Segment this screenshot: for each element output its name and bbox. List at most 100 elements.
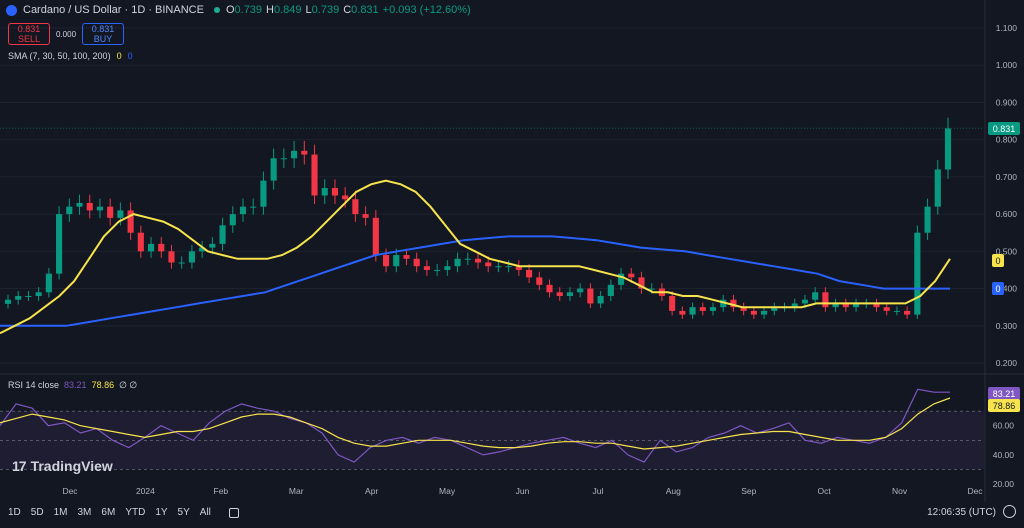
- candle-body: [311, 154, 318, 196]
- trade-panel: 0.831 SELL 0.000 0.831 BUY: [8, 23, 125, 45]
- candle-body: [526, 269, 533, 278]
- candle-body: [883, 307, 890, 311]
- rsi-tick-label: 60.00: [993, 421, 1015, 431]
- candle-body: [546, 284, 553, 293]
- ohlc-change: +0.093 (+12.60%): [382, 4, 471, 16]
- time-axis-label: Dec: [967, 486, 983, 496]
- candle-body: [934, 169, 941, 207]
- candle-body: [137, 232, 144, 252]
- timeframe-5d[interactable]: 5D: [29, 507, 46, 518]
- candle-body: [413, 258, 420, 267]
- candle-body: [219, 225, 226, 244]
- cardano-logo-icon: [6, 4, 17, 16]
- tradingview-mark-icon: 17: [12, 458, 27, 474]
- rsi-ma-value: 78.86: [91, 380, 115, 390]
- rsi-legend[interactable]: RSI 14 close 83.21 78.86 ∅ ∅: [8, 380, 137, 391]
- candle-body: [270, 158, 277, 181]
- tradingview-logo: 17 TradingView: [12, 458, 113, 474]
- timeframe-3m[interactable]: 3M: [76, 507, 94, 518]
- candle-body: [924, 206, 931, 233]
- rsi-extra: ∅ ∅: [119, 380, 138, 390]
- timeframe-1d[interactable]: 1D: [6, 507, 23, 518]
- time-axis-label: Nov: [892, 486, 908, 496]
- candle-body: [556, 292, 563, 296]
- time-axis-label: Sep: [741, 486, 756, 496]
- timeframe-5y[interactable]: 5Y: [176, 507, 192, 518]
- candle-body: [76, 202, 83, 207]
- candle-body: [474, 258, 482, 263]
- chart-svg[interactable]: 1.1001.0000.9000.8000.7000.6000.5000.400…: [0, 0, 1024, 523]
- candle-body: [321, 188, 328, 196]
- candle-body: [117, 210, 124, 218]
- settings-icon[interactable]: [1003, 505, 1016, 518]
- candle-body: [56, 214, 63, 274]
- time-axis-label: May: [439, 486, 456, 496]
- sma-label: SMA (7, 30, 50, 100, 200): [8, 51, 111, 61]
- candle-body: [761, 310, 768, 315]
- ohlc-open: O0.739: [225, 4, 263, 16]
- candle-body: [250, 206, 257, 208]
- candle-body: [45, 273, 52, 293]
- calendar-icon[interactable]: [228, 507, 239, 518]
- time-axis-label: Dec: [62, 486, 78, 496]
- bottom-toolbar: 1D 5D 1M 3M 6M YTD 1Y 5Y All 12:06:35 (U…: [0, 502, 1024, 523]
- time-axis-label: Aug: [666, 486, 681, 496]
- time-axis-label: Jun: [516, 486, 530, 496]
- ohlc-values: O0.739 H0.849 L0.739 C0.831 +0.093 (+12.…: [226, 4, 471, 16]
- sma-legend[interactable]: SMA (7, 30, 50, 100, 200) 0 0: [8, 51, 133, 61]
- timeframe-ytd[interactable]: YTD: [123, 507, 147, 518]
- candle-body: [628, 273, 635, 278]
- candle-body: [699, 307, 706, 311]
- candle-body: [382, 255, 390, 267]
- candle-body: [107, 206, 114, 218]
- candle-body: [352, 199, 359, 215]
- candle-body: [35, 292, 42, 296]
- candle-body: [709, 307, 717, 311]
- candle-body: [423, 266, 430, 270]
- candle-body: [689, 307, 696, 315]
- candle-body: [577, 288, 584, 293]
- price-tick-label: 1.100: [996, 23, 1018, 33]
- spread-value: 0.000: [56, 29, 77, 39]
- rsi-tick-label: 40.00: [993, 450, 1015, 460]
- candle-body: [280, 158, 287, 160]
- candle-body: [301, 150, 308, 155]
- utc-clock[interactable]: 12:06:35 (UTC): [927, 507, 996, 518]
- ohlc-close: C0.831: [343, 4, 379, 16]
- candle-body: [260, 180, 267, 207]
- candle-body: [147, 243, 155, 252]
- sma-long-tag: 0: [992, 282, 1004, 295]
- symbol-header: Cardano / US Dollar · 1D · BINANCE O0.73…: [6, 4, 471, 16]
- candle-body: [485, 262, 492, 267]
- price-tick-label: 0.900: [996, 97, 1018, 107]
- candle-body: [86, 202, 93, 211]
- sma-value-1: 0: [116, 51, 122, 61]
- symbol-title[interactable]: Cardano / US Dollar · 1D · BINANCE: [23, 4, 204, 16]
- buy-button[interactable]: 0.831 BUY: [82, 23, 125, 45]
- time-axis-label: Jul: [592, 486, 603, 496]
- timeframe-all[interactable]: All: [198, 507, 213, 518]
- sell-price: 0.831: [17, 24, 41, 34]
- candle-body: [178, 262, 185, 264]
- rsi-ma-tag: 78.86: [988, 399, 1020, 412]
- sell-button[interactable]: 0.831 SELL: [8, 23, 50, 45]
- price-tick-label: 0.800: [996, 135, 1018, 145]
- candle-body: [158, 243, 165, 252]
- candle-body: [331, 188, 339, 196]
- brand-name: TradingView: [30, 458, 113, 474]
- timeframe-1y[interactable]: 1Y: [153, 507, 169, 518]
- price-tick-label: 0.300: [996, 321, 1018, 331]
- price-tick-label: 0.200: [996, 358, 1018, 368]
- candle-body: [96, 206, 104, 211]
- chart-area[interactable]: 1.100 1.000 0.900 0.800 0.700 0.600 0.500 0.400…: [0, 0, 1024, 523]
- time-axis-label: 2024: [136, 486, 155, 496]
- timeframe-1m[interactable]: 1M: [52, 507, 70, 518]
- candle-body: [342, 195, 349, 200]
- market-open-icon: [213, 7, 220, 13]
- timeframe-6m[interactable]: 6M: [99, 507, 117, 518]
- candle-body: [801, 299, 809, 304]
- candle-body: [679, 310, 686, 315]
- ohlc-low: L0.739: [305, 4, 340, 16]
- candle-body: [362, 214, 369, 218]
- candle-body: [393, 255, 400, 267]
